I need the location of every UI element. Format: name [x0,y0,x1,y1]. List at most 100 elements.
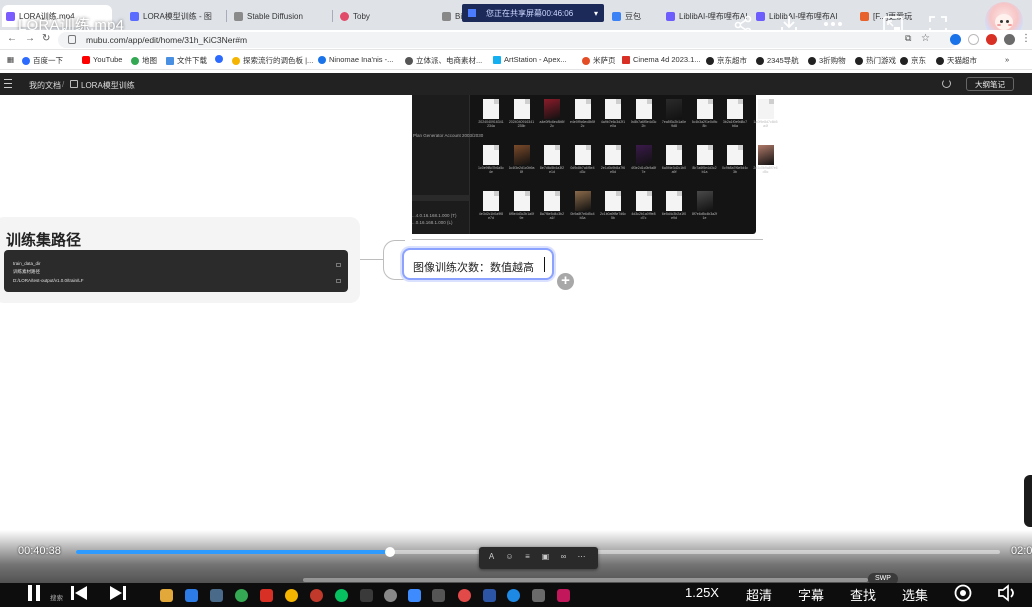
app-icon[interactable] [384,589,397,602]
side-panel-tab[interactable] [1024,475,1032,527]
next-icon[interactable] [108,585,128,601]
file-name: 0d9c8b7a6f5e4d3c [570,166,595,174]
horizontal-scrollbar[interactable] [303,578,868,582]
url-field[interactable]: mubu.com/app/edit/home/31h_KiC3Ner#m [58,32,958,48]
image-icon[interactable]: ▣ [541,552,550,561]
browser-tab-5[interactable]: 豆包 [608,5,652,27]
file-name: 2024040916341234a [478,120,504,128]
sync-icon[interactable] [942,79,951,88]
file-name: 3b2a1f0e9d8c7b6a [722,120,748,128]
netease-music-icon[interactable] [458,589,471,602]
bookmarks-overflow-icon[interactable]: » [1005,55,1009,64]
bookmark-item[interactable]: 地图 [131,55,157,66]
app-icon[interactable] [483,589,496,602]
copy-icon[interactable] [336,279,341,283]
terminal-icon[interactable] [360,589,373,602]
playback-speed-button[interactable]: 1.25X [685,585,719,600]
quality-button[interactable]: 超清 [746,585,772,604]
target-icon[interactable] [954,584,972,602]
file-name: 8a7f6e5d4c3b2a1f [539,212,565,220]
link-icon[interactable]: ∞ [559,552,568,561]
mindmap-node-parent[interactable]: 训练集路径 train_data_dir 训练素材路径 D:/LORA/test… [0,217,360,303]
bookmark-item[interactable]: ArtStation - Apex... [493,55,567,64]
bookmark-item[interactable]: 天猫超市 [936,55,977,66]
forward-arrow-icon[interactable]: → [25,33,35,44]
bookmark-item[interactable]: YouTube [82,55,122,64]
copy-icon[interactable] [336,263,341,267]
bookmark-item[interactable]: 3折购物 [808,55,846,66]
bookmark-item[interactable]: 京东 [900,55,926,66]
bookmark-item[interactable] [215,55,226,63]
app-icon[interactable] [532,589,545,602]
screen-share-banner[interactable]: 您正在共享屏幕00:46:06 ▾ [462,4,604,22]
text-style-icon[interactable]: A [487,552,496,561]
file-thumbnail: 2024040916341235b [509,97,535,141]
profile-icon[interactable] [1004,34,1015,45]
text-file-icon [483,145,499,165]
wps-icon[interactable] [260,589,273,602]
list-icon[interactable]: ≡ [523,552,532,561]
text-file-icon [483,191,499,211]
browser-tab-1[interactable]: LORA模型训练 - 图 [126,5,220,27]
previous-icon[interactable] [70,585,90,601]
browser-icon[interactable] [285,589,298,602]
bookmark-item[interactable]: 百度一下 [22,55,63,66]
subtitles-button[interactable]: 字幕 [798,585,824,604]
app-icon[interactable] [408,589,421,602]
app-icon[interactable] [310,589,323,602]
file-explorer-icon[interactable] [160,589,173,602]
mindmap-node-editing[interactable]: 图像训练次数：数值越高 [402,248,554,280]
bookmark-item[interactable]: 米萨页 [582,55,616,66]
file-name: 0c9b8a7f6e5d4c3b [722,166,748,174]
chrome-icon[interactable] [235,589,248,602]
bookmark-icon [706,56,714,65]
reload-icon[interactable]: ↻ [42,33,50,44]
mindmap-canvas[interactable]: Plan Generator Account 2003/2030 ...4.0.… [0,95,1032,545]
code-block[interactable]: train_data_dir 训练素材路径 D:/LORA/test-outpu… [4,250,348,292]
chevron-down-icon[interactable]: ▾ [594,9,598,18]
back-arrow-icon[interactable]: ← [7,33,17,44]
bookmark-item[interactable]: 探索流行的调色板 |... [232,55,313,66]
browser-tab-4[interactable]: Bi [438,5,462,27]
app-icon[interactable] [185,589,198,602]
bookmark-item[interactable]: 2345导航 [756,55,799,66]
extension-icon[interactable] [950,34,961,45]
taskbar-search[interactable]: 搜索 [50,592,63,602]
pause-icon[interactable] [28,585,32,601]
tab-favicon-icon [860,11,869,21]
bookmark-star-icon[interactable]: ☆ [921,33,930,44]
pause-icon[interactable] [36,585,40,601]
app-icon[interactable] [210,589,223,602]
add-child-node-button[interactable]: + [557,273,574,290]
more-options-icon[interactable] [823,17,843,31]
bookmark-item[interactable]: Cinema 4d 2023.1... [622,55,701,64]
app-icon[interactable] [557,589,570,602]
bookmark-item[interactable]: 京东超市 [706,55,747,66]
extension-icon[interactable] [968,34,979,45]
volume-icon[interactable] [997,584,1019,602]
site-info-icon[interactable] [68,35,76,44]
episodes-button[interactable]: 选集 [902,585,928,604]
browser-menu-icon[interactable]: ⋮ [1021,33,1031,44]
browser-tab-2[interactable]: Stable Diffusion [230,5,326,27]
node-text-input[interactable]: 图像训练次数：数值越高 [413,259,534,275]
bookmark-item[interactable]: 热门游戏 [855,55,896,66]
wechat-icon[interactable] [335,589,348,602]
bookmark-item[interactable]: 文件下载 [166,55,207,66]
globe-icon [215,55,223,63]
bookmark-item[interactable]: 立体派、电商素材... [405,55,482,66]
node-title[interactable]: 训练集路径 [6,229,81,250]
edge-icon[interactable] [507,589,520,602]
extension-icon[interactable] [986,34,997,45]
breadcrumb-root[interactable]: 我的文档 [29,80,61,91]
search-button[interactable]: 查找 [850,585,876,604]
more-icon[interactable]: ⋯ [577,552,586,561]
bookmark-item[interactable]: Ninomae Ina'nis -... [318,55,393,64]
browser-tab-3[interactable]: Toby [336,5,432,27]
app-icon[interactable] [432,589,445,602]
menu-icon[interactable] [4,79,12,88]
translate-icon[interactable]: ⧉ [905,33,911,44]
emoji-icon[interactable]: ☺ [505,552,514,561]
apps-grid-icon[interactable]: ▦ [7,55,14,64]
outline-notes-button[interactable]: 大纲笔记 [966,77,1014,91]
